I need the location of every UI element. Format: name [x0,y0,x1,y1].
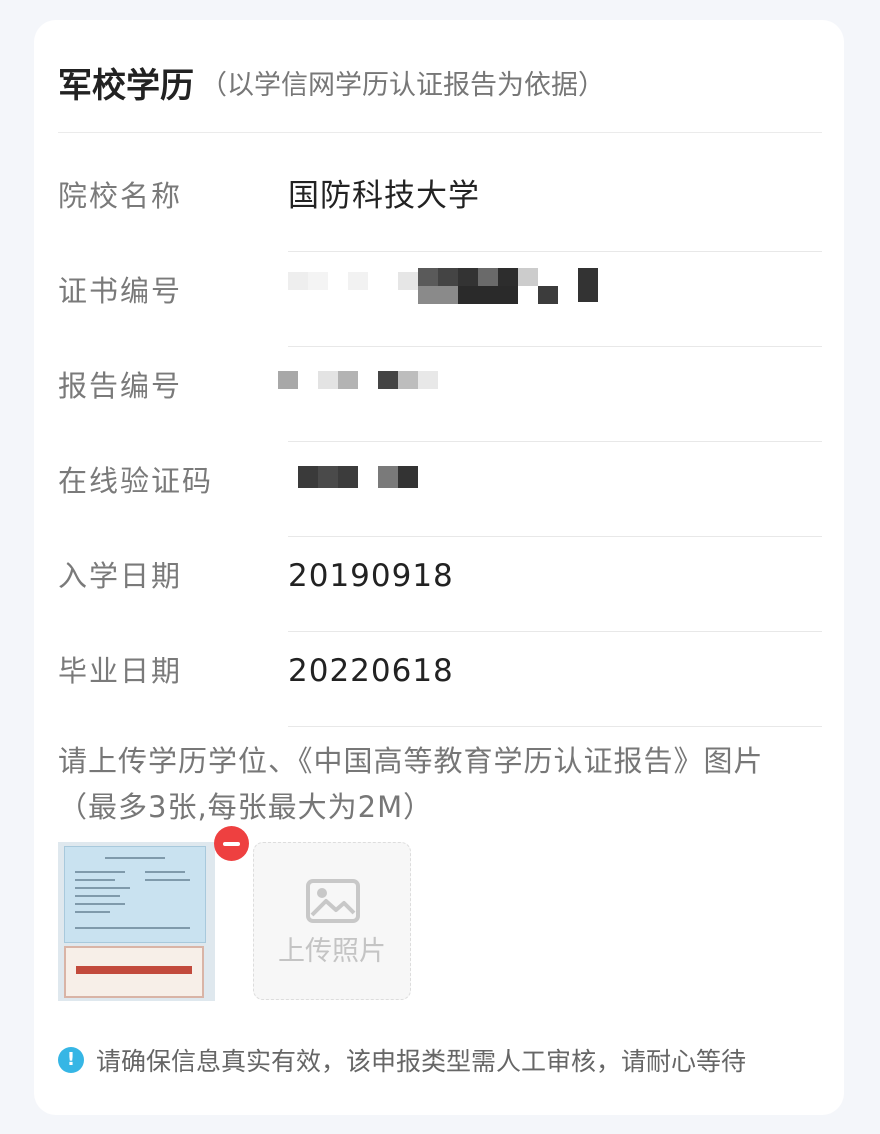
upload-hint: 请上传学历学位、《中国高等教育学历认证报告》图片（最多3张,每张最大为2M） [58,744,764,824]
field-row-graduation-date[interactable]: 毕业日期 20220618 [58,632,822,727]
field-label-graduation-date: 毕业日期 [58,654,183,688]
uploaded-image-thumbnail[interactable] [58,842,215,1001]
field-value-school[interactable]: 国防科技大学 [288,157,480,235]
field-row-certificate-number[interactable]: 证书编号 [58,252,822,347]
upload-photo-button[interactable]: 上传照片 [253,842,411,1000]
header-divider [58,132,822,133]
info-icon: ! [58,1047,84,1073]
field-row-school[interactable]: 院校名称 国防科技大学 [58,157,822,252]
image-icon [306,879,360,923]
notice-text: 请确保信息真实有效，该申报类型需人工审核，请耐心等待 [96,1047,747,1076]
field-row-report-number[interactable]: 报告编号 [58,347,822,442]
field-label-certificate-number: 证书编号 [58,274,183,308]
upload-photo-label: 上传照片 [278,936,386,967]
redacted-value-mosaic [288,268,618,308]
field-value-graduation-date[interactable]: 20220618 [288,632,454,710]
field-label-enrollment-date: 入学日期 [58,559,183,593]
redacted-value-mosaic [278,371,488,393]
card-title: 军校学历 [58,66,194,106]
field-label-school: 院校名称 [58,179,183,213]
redacted-value-mosaic [288,466,488,492]
education-card: 军校学历 （以学信网学历认证报告为依据） 院校名称 国防科技大学 证书编号 报告… [34,20,844,1115]
card-header: 军校学历 （以学信网学历认证报告为依据） [58,58,605,107]
field-divider [288,726,822,727]
field-label-report-number: 报告编号 [58,369,183,403]
field-row-enrollment-date[interactable]: 入学日期 20190918 [58,537,822,632]
remove-image-button[interactable] [214,826,249,861]
field-value-enrollment-date[interactable]: 20190918 [288,537,454,615]
certificate-preview [64,846,206,943]
minus-icon [223,842,240,846]
field-label-verification-code: 在线验证码 [58,464,214,498]
diploma-preview [64,946,204,998]
card-subtitle: （以学信网学历认证报告为依据） [200,70,605,101]
field-row-verification-code[interactable]: 在线验证码 [58,442,822,537]
review-notice: ! 请确保信息真实有效，该申报类型需人工审核，请耐心等待 [58,1042,746,1078]
